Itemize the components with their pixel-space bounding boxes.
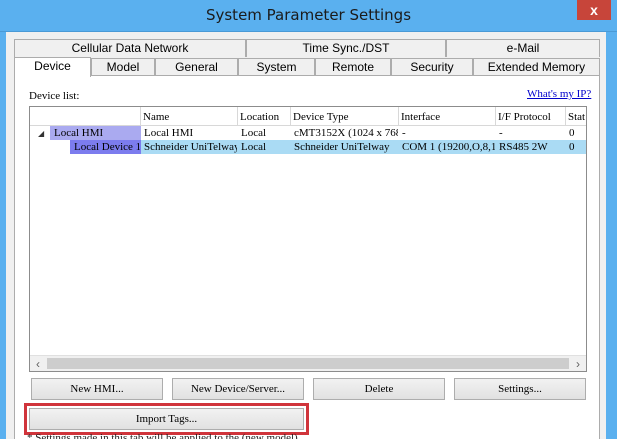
scroll-left-arrow-icon[interactable]: ‹ <box>30 356 46 371</box>
row2-location[interactable]: Local <box>239 140 290 154</box>
window-border-left <box>0 32 6 439</box>
tab-email[interactable]: e-Mail <box>446 39 600 57</box>
tab-remote[interactable]: Remote <box>315 58 391 76</box>
row1-name[interactable]: Local HMI <box>142 126 237 140</box>
column-header-interface[interactable]: Interface <box>399 107 496 126</box>
tree-item-local-hmi[interactable]: Local HMI <box>52 126 140 140</box>
column-header-status[interactable]: Stat <box>566 107 586 126</box>
column-header-tree <box>30 107 141 126</box>
column-header-name[interactable]: Name <box>141 107 238 126</box>
collapse-triangle-icon[interactable]: ◢ <box>38 129 44 138</box>
title-bar[interactable]: System Parameter Settings x <box>0 0 617 32</box>
tab-system[interactable]: System <box>238 58 315 76</box>
footnote: * Settings made in this tab will be appl… <box>27 433 298 439</box>
row2-status[interactable]: 0 <box>567 140 586 154</box>
new-device-server-button[interactable]: New Device/Server... <box>172 378 304 400</box>
window-border-right <box>606 32 617 439</box>
scroll-right-arrow-icon[interactable]: › <box>570 356 586 371</box>
row1-location[interactable]: Local <box>239 126 290 140</box>
device-list-grid[interactable]: Name Location Device Type Interface I/F … <box>29 106 587 372</box>
settings-button[interactable]: Settings... <box>454 378 586 400</box>
row2-interface[interactable]: COM 1 (19200,O,8,1) <box>400 140 495 154</box>
tab-device[interactable]: Device <box>14 57 91 77</box>
horizontal-scrollbar[interactable]: ‹ › <box>30 355 586 371</box>
whats-my-ip-link[interactable]: What's my IP? <box>527 88 591 100</box>
import-tags-button[interactable]: Import Tags... <box>29 408 304 430</box>
device-list-label: Device list: <box>29 90 80 102</box>
tab-cellular-data-network[interactable]: Cellular Data Network <box>14 39 246 57</box>
row2-protocol[interactable]: RS485 2W <box>497 140 565 154</box>
row1-protocol[interactable]: - <box>497 126 565 140</box>
tab-security[interactable]: Security <box>391 58 473 76</box>
row1-status[interactable]: 0 <box>567 126 586 140</box>
row1-interface[interactable]: - <box>400 126 495 140</box>
tab-model[interactable]: Model <box>91 58 155 76</box>
tab-general[interactable]: General <box>155 58 238 76</box>
row2-name[interactable]: Schneider UniTelway <box>142 140 237 154</box>
tree-item-local-device-1[interactable]: Local Device 1 <box>72 140 140 154</box>
column-header-if-protocol[interactable]: I/F Protocol <box>496 107 566 126</box>
row2-device-type[interactable]: Schneider UniTelway <box>292 140 398 154</box>
delete-button[interactable]: Delete <box>313 378 445 400</box>
tab-time-sync-dst[interactable]: Time Sync./DST <box>246 39 446 57</box>
column-header-location[interactable]: Location <box>238 107 291 126</box>
row1-device-type[interactable]: cMT3152X (1024 x 768) <box>292 126 398 140</box>
new-hmi-button[interactable]: New HMI... <box>31 378 163 400</box>
scrollbar-thumb[interactable] <box>47 358 569 369</box>
window-title: System Parameter Settings <box>205 6 412 24</box>
column-header-device-type[interactable]: Device Type <box>291 107 399 126</box>
close-button[interactable]: x <box>577 0 611 20</box>
tab-extended-memory[interactable]: Extended Memory <box>473 58 600 76</box>
